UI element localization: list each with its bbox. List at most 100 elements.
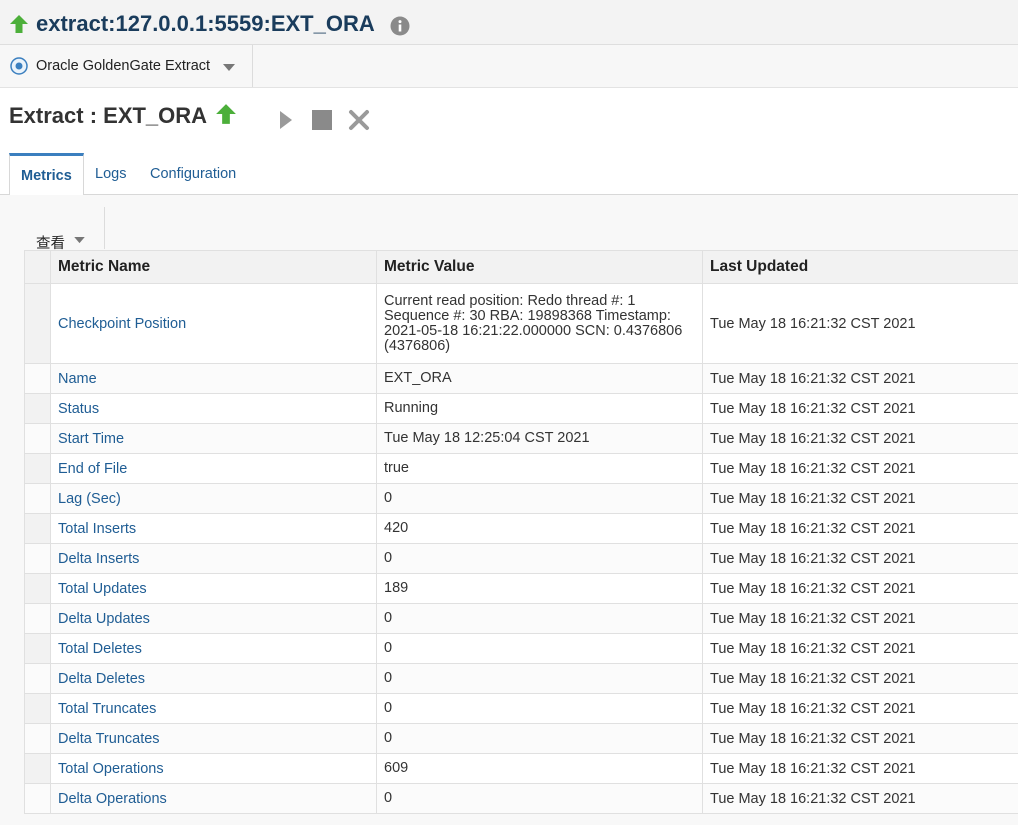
metric-name-link[interactable]: Delta Deletes xyxy=(58,671,145,687)
metric-name-cell: Delta Deletes xyxy=(50,663,377,694)
target-menu-label: Oracle GoldenGate Extract xyxy=(36,58,211,74)
metric-name-cell: Lag (Sec) xyxy=(50,483,377,514)
page-title: Extract : EXT_ORA xyxy=(9,103,208,128)
metric-name-cell: Total Truncates xyxy=(50,693,377,724)
column-header-metric-name[interactable]: Metric Name xyxy=(50,250,377,284)
metric-value-cell: 0 xyxy=(376,483,703,514)
metric-name-link[interactable]: Total Truncates xyxy=(58,701,156,717)
row-selector[interactable] xyxy=(24,723,51,754)
metric-name-cell: Total Operations xyxy=(50,753,377,784)
start-button[interactable] xyxy=(278,109,294,131)
metric-name-cell: Status xyxy=(50,393,377,424)
row-selector[interactable] xyxy=(24,633,51,664)
row-selector[interactable] xyxy=(24,663,51,694)
kill-button[interactable] xyxy=(348,109,370,131)
last-updated-cell: Tue May 18 16:21:32 CST 2021 xyxy=(702,283,1018,364)
last-updated-cell: Tue May 18 16:21:32 CST 2021 xyxy=(702,603,1018,634)
metric-name-link[interactable]: Delta Truncates xyxy=(58,731,160,747)
last-updated-cell: Tue May 18 16:21:32 CST 2021 xyxy=(702,633,1018,664)
row-selector[interactable] xyxy=(24,393,51,424)
last-updated-cell: Tue May 18 16:21:32 CST 2021 xyxy=(702,483,1018,514)
table-row[interactable]: Start Time Tue May 18 12:25:04 CST 2021 Tu… xyxy=(24,423,1018,454)
table-header-row: Metric Name Metric Value Last Updated xyxy=(24,250,1018,284)
row-selector[interactable] xyxy=(24,423,51,454)
metric-value-cell: 609 xyxy=(376,753,703,784)
row-selector[interactable] xyxy=(24,283,51,364)
metric-name-link[interactable]: Total Operations xyxy=(58,761,164,777)
row-selector[interactable] xyxy=(24,483,51,514)
tab-bar: Metrics Logs Configuration xyxy=(0,153,1018,196)
row-selector[interactable] xyxy=(24,363,51,394)
table-row[interactable]: Total Operations 609 Tue May 18 16:21:32 C… xyxy=(24,753,1018,784)
table-row[interactable]: Total Truncates 0 Tue May 18 16:21:32 CST … xyxy=(24,693,1018,724)
table-row[interactable]: Name EXT_ORA Tue May 18 16:21:32 CST 2021 xyxy=(24,363,1018,394)
metric-name-link[interactable]: Total Updates xyxy=(58,581,147,597)
row-selector[interactable] xyxy=(24,603,51,634)
metric-name-cell: Delta Updates xyxy=(50,603,377,634)
metric-value-cell: 0 xyxy=(376,693,703,724)
metric-name-cell: Delta Operations xyxy=(50,783,377,814)
metric-value-cell: 0 xyxy=(376,783,703,814)
metric-name-link[interactable]: Total Deletes xyxy=(58,641,142,657)
row-selector[interactable] xyxy=(24,783,51,814)
table-row[interactable]: Lag (Sec) 0 Tue May 18 16:21:32 CST 2021 xyxy=(24,483,1018,514)
metric-name-link[interactable]: Delta Inserts xyxy=(58,551,139,567)
table-row[interactable]: Total Updates 189 Tue May 18 16:21:32 CST … xyxy=(24,573,1018,604)
last-updated-cell: Tue May 18 16:21:32 CST 2021 xyxy=(702,363,1018,394)
table-row[interactable]: Delta Inserts 0 Tue May 18 16:21:32 CST 20… xyxy=(24,543,1018,574)
row-selector[interactable] xyxy=(24,513,51,544)
table-row[interactable]: Total Inserts 420 Tue May 18 16:21:32 CST … xyxy=(24,513,1018,544)
metric-name-link[interactable]: Start Time xyxy=(58,431,124,447)
metric-name-link[interactable]: Delta Updates xyxy=(58,611,150,627)
last-updated-cell: Tue May 18 16:21:32 CST 2021 xyxy=(702,783,1018,814)
metric-name-link[interactable]: Status xyxy=(58,401,99,417)
table-row[interactable]: Delta Operations 0 Tue May 18 16:21:32 CST… xyxy=(24,783,1018,814)
metric-name-link[interactable]: End of File xyxy=(58,461,127,477)
metric-name-cell: Start Time xyxy=(50,423,377,454)
metric-name-cell: Delta Truncates xyxy=(50,723,377,754)
table-row[interactable]: Delta Updates 0 Tue May 18 16:21:32 CST 20… xyxy=(24,603,1018,634)
table-row[interactable]: Status Running Tue May 18 16:21:32 CST 202… xyxy=(24,393,1018,424)
table-row[interactable]: Checkpoint Position Current read position… xyxy=(24,283,1018,364)
view-menu[interactable]: 查看 xyxy=(24,207,105,252)
metric-name-cell: Checkpoint Position xyxy=(50,283,377,364)
row-selector[interactable] xyxy=(24,453,51,484)
last-updated-cell: Tue May 18 16:21:32 CST 2021 xyxy=(702,513,1018,544)
stop-button[interactable] xyxy=(312,110,332,130)
info-icon[interactable] xyxy=(390,16,410,36)
metric-name-link[interactable]: Lag (Sec) xyxy=(58,491,121,507)
table-row[interactable]: Delta Deletes 0 Tue May 18 16:21:32 CST 20… xyxy=(24,663,1018,694)
metric-name-cell: Total Deletes xyxy=(50,633,377,664)
metric-value-cell: 0 xyxy=(376,663,703,694)
metric-name-cell: End of File xyxy=(50,453,377,484)
window-title: extract:127.0.0.1:5559:EXT_ORA xyxy=(36,11,375,36)
column-header-last-updated[interactable]: Last Updated xyxy=(702,250,1018,284)
table-row[interactable]: Total Deletes 0 Tue May 18 16:21:32 CST 20… xyxy=(24,633,1018,664)
metric-value-cell: Tue May 18 12:25:04 CST 2021 xyxy=(376,423,703,454)
metric-name-link[interactable]: Total Inserts xyxy=(58,521,136,537)
tab-logs[interactable]: Logs xyxy=(84,153,137,194)
target-menu[interactable]: Oracle GoldenGate Extract xyxy=(0,45,253,87)
metric-value-cell: 0 xyxy=(376,543,703,574)
table-row[interactable]: End of File true Tue May 18 16:21:32 CST 2… xyxy=(24,453,1018,484)
row-selector[interactable] xyxy=(24,753,51,784)
metric-value-cell: Running xyxy=(376,393,703,424)
table-row[interactable]: Delta Truncates 0 Tue May 18 16:21:32 CST … xyxy=(24,723,1018,754)
metric-name-link[interactable]: Name xyxy=(58,371,97,387)
tab-metrics[interactable]: Metrics xyxy=(9,153,84,196)
metric-name-link[interactable]: Checkpoint Position xyxy=(58,316,186,332)
metric-name-link[interactable]: Delta Operations xyxy=(58,791,167,807)
metric-name-cell: Name xyxy=(50,363,377,394)
last-updated-cell: Tue May 18 16:21:32 CST 2021 xyxy=(702,753,1018,784)
target-bar: Oracle GoldenGate Extract xyxy=(0,45,1018,88)
metrics-table: Metric Name Metric Value Last Updated Ch… xyxy=(24,250,1018,814)
chevron-down-icon xyxy=(74,237,85,244)
row-selector[interactable] xyxy=(24,543,51,574)
title-bar: extract:127.0.0.1:5559:EXT_ORA xyxy=(0,0,1018,45)
tab-configuration[interactable]: Configuration xyxy=(139,153,247,194)
metric-value-cell: EXT_ORA xyxy=(376,363,703,394)
row-selector[interactable] xyxy=(24,573,51,604)
row-selector[interactable] xyxy=(24,693,51,724)
last-updated-cell: Tue May 18 16:21:32 CST 2021 xyxy=(702,393,1018,424)
column-header-metric-value[interactable]: Metric Value xyxy=(376,250,703,284)
